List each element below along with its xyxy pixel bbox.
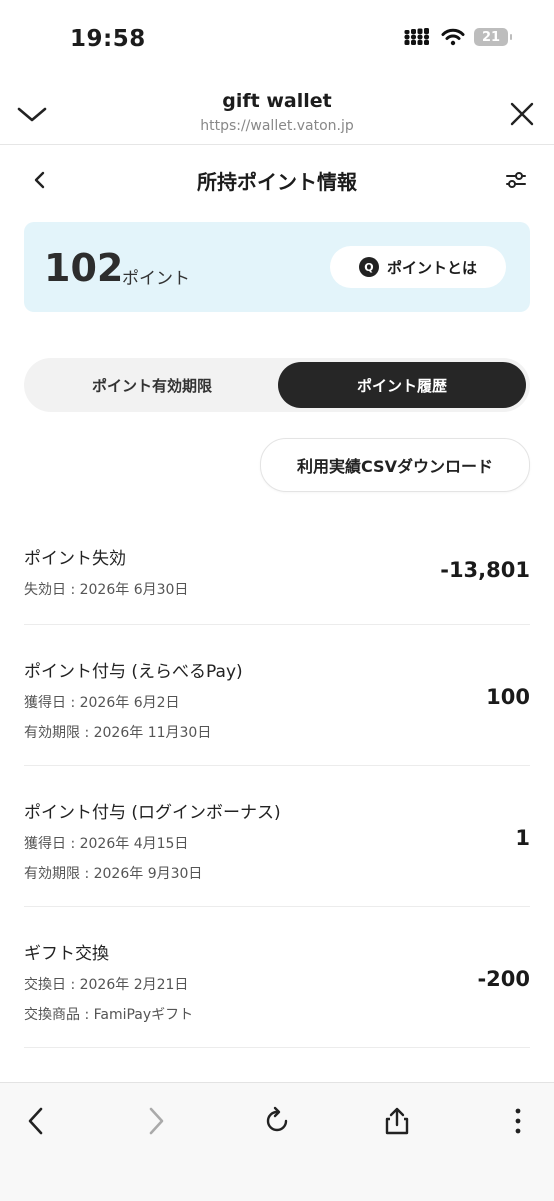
- back-button[interactable]: [16, 1101, 56, 1141]
- points-card: 102 ポイント Q ポイントとは: [24, 222, 530, 312]
- filter-settings-button[interactable]: [504, 168, 528, 192]
- share-icon: [385, 1107, 409, 1135]
- tab-point-expiry[interactable]: ポイント有効期限: [28, 362, 276, 408]
- history-expiry: 有効期限 : 2026年 9月30日: [24, 866, 203, 882]
- browser-toolbar: [0, 1082, 554, 1201]
- status-icons: 21: [404, 28, 512, 46]
- browser-title: gift wallet: [222, 90, 332, 112]
- history-date: 失効日 : 2026年 6月30日: [24, 582, 189, 598]
- history-amount: -13,801: [440, 558, 530, 582]
- more-vertical-icon: [515, 1108, 521, 1134]
- points-unit: ポイント: [122, 269, 190, 289]
- history-date: 交換日 : 2026年 2月21日: [24, 977, 189, 993]
- browser-header: gift wallet https://wallet.vaton.jp: [0, 80, 554, 145]
- history-title: ポイント付与 (えらべるPay): [24, 662, 243, 682]
- forward-button[interactable]: [136, 1101, 176, 1141]
- page-title: 所持ポイント情報: [197, 170, 357, 194]
- history-expiry: 有効期限 : 2026年 11月30日: [24, 725, 212, 741]
- history-date: 獲得日 : 2026年 4月15日: [24, 836, 189, 852]
- reload-button[interactable]: [257, 1101, 297, 1141]
- chevron-right-icon: [149, 1107, 164, 1135]
- close-icon: [510, 102, 534, 126]
- points-help-label: ポイントとは: [386, 258, 477, 277]
- history-product: 交換商品 : FamiPayギフト: [24, 1007, 194, 1023]
- history-title: ギフト交換: [24, 944, 109, 964]
- csv-download-button[interactable]: 利用実績CSVダウンロード: [260, 438, 530, 492]
- page-nav: 所持ポイント情報: [0, 146, 554, 216]
- browser-url: https://wallet.vaton.jp: [200, 118, 354, 134]
- sliders-icon: [506, 172, 526, 188]
- close-button[interactable]: [508, 100, 536, 128]
- more-button[interactable]: [498, 1101, 538, 1141]
- history-item: ポイント付与 (ログインボーナス) 獲得日 : 2026年 4月15日 有効期限…: [24, 766, 530, 907]
- history-amount: -200: [477, 967, 530, 991]
- history-item: ポイント付与 (えらべるPay) 獲得日 : 2026年 6月2日 有効期限 :…: [24, 625, 530, 766]
- tab-switcher: ポイント有効期限 ポイント履歴: [24, 358, 530, 412]
- history-item: ポイント失効 失効日 : 2026年 6月30日 -13,801: [24, 520, 530, 625]
- tab-point-history[interactable]: ポイント履歴: [278, 362, 526, 408]
- history-list: ポイント失効 失効日 : 2026年 6月30日 -13,801 ポイント付与 …: [24, 520, 530, 1048]
- battery-indicator: 21: [474, 28, 512, 46]
- history-amount: 100: [486, 685, 530, 709]
- reload-icon: [266, 1106, 288, 1132]
- chevron-left-icon: [28, 1107, 43, 1135]
- question-icon: Q: [358, 257, 379, 277]
- wifi-icon: [441, 28, 465, 46]
- status-bar: 19:58 21: [0, 0, 554, 80]
- history-title: ポイント付与 (ログインボーナス): [24, 803, 281, 823]
- points-value: 102: [44, 246, 124, 290]
- signal-icon: [404, 28, 430, 45]
- status-time: 19:58: [70, 26, 146, 52]
- share-button[interactable]: [377, 1101, 417, 1141]
- points-help-button[interactable]: Q ポイントとは: [330, 246, 506, 288]
- history-date: 獲得日 : 2026年 6月2日: [24, 695, 180, 711]
- history-item: ギフト交換 交換日 : 2026年 2月21日 交換商品 : FamiPayギフ…: [24, 907, 530, 1048]
- history-amount: 1: [515, 826, 530, 850]
